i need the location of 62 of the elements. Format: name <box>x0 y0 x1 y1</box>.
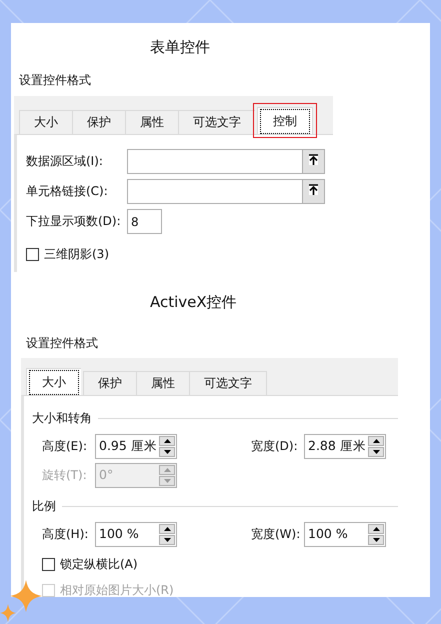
spin-down-button[interactable] <box>368 535 384 545</box>
range-field[interactable] <box>127 179 325 204</box>
up-triangle-icon <box>164 439 170 443</box>
collapse-button[interactable] <box>302 180 324 203</box>
spin-field[interactable]: 100 % <box>95 522 177 547</box>
tab[interactable]: 大小 <box>19 110 72 134</box>
field-value: 0° <box>98 466 114 484</box>
group-title: 比例 <box>32 498 56 514</box>
spin-up-button[interactable] <box>159 524 175 534</box>
spin-field[interactable]: 100 % <box>304 522 386 547</box>
up-triangle-icon <box>164 468 170 472</box>
tab[interactable]: 属性 <box>125 110 178 134</box>
field-label: 单元格链接(C): <box>26 183 109 200</box>
down-triangle-icon <box>164 479 170 483</box>
spin-field[interactable]: 0.95 厘米 <box>95 434 177 459</box>
group-title: 大小和转角 <box>32 410 92 426</box>
checkbox[interactable] <box>42 558 55 571</box>
checkbox-label: 相对原始图片大小(R) <box>60 582 174 597</box>
field-value: 100 % <box>307 525 349 543</box>
spin-field[interactable]: 2.88 厘米 <box>304 434 386 459</box>
field-label: 高度(H): <box>42 526 90 543</box>
tab[interactable]: 属性 <box>136 371 189 395</box>
spin-down-button[interactable] <box>159 535 175 545</box>
checkbox-label: 三维阴影(3) <box>44 246 109 263</box>
down-triangle-icon <box>372 538 380 542</box>
field-value: 100 % <box>98 525 140 543</box>
up-triangle-icon <box>164 527 170 531</box>
field-value: 2.88 厘米 <box>307 437 367 455</box>
spin-down-button[interactable] <box>159 447 175 457</box>
dialog-title: 设置控件格式 <box>26 335 98 351</box>
field-label: 下拉显示项数(D): <box>26 213 122 230</box>
checkbox-label: 锁定纵横比(A) <box>60 556 138 573</box>
field-value: 0.95 厘米 <box>98 437 158 455</box>
field-label: 旋转(T): <box>42 467 88 484</box>
tab[interactable]: 可选文字 <box>189 371 267 395</box>
section-title: 表单控件 <box>150 37 210 57</box>
field-label: 高度(E): <box>42 438 88 455</box>
dialog-title: 设置控件格式 <box>19 72 91 88</box>
field-label: 宽度(D): <box>251 438 299 455</box>
tab[interactable]: 可选文字 <box>178 110 255 134</box>
section-title: ActiveX控件 <box>150 292 237 312</box>
spin-up-button[interactable] <box>368 436 384 446</box>
number-field[interactable]: 8 <box>127 209 162 234</box>
down-triangle-icon <box>164 450 170 454</box>
down-triangle-icon <box>372 450 380 454</box>
spin-down-button[interactable] <box>368 447 384 457</box>
field-label: 数据源区域(I): <box>26 153 104 170</box>
up-triangle-icon <box>372 527 380 531</box>
spin-up-button[interactable] <box>159 436 175 446</box>
tab[interactable]: 保护 <box>72 110 125 134</box>
range-field[interactable] <box>127 149 325 174</box>
sparkle-icon <box>0 578 44 624</box>
tab[interactable]: 保护 <box>83 371 136 395</box>
up-triangle-icon <box>372 439 380 443</box>
checkbox[interactable] <box>26 248 39 261</box>
field-label: 宽度(W): <box>251 526 302 543</box>
collapse-button[interactable] <box>302 150 324 173</box>
up-arrow-icon <box>309 184 318 195</box>
up-arrow-icon <box>309 154 318 165</box>
down-triangle-icon <box>164 538 170 542</box>
spin-up-button[interactable] <box>368 524 384 534</box>
tab[interactable]: 大小 <box>26 368 81 395</box>
